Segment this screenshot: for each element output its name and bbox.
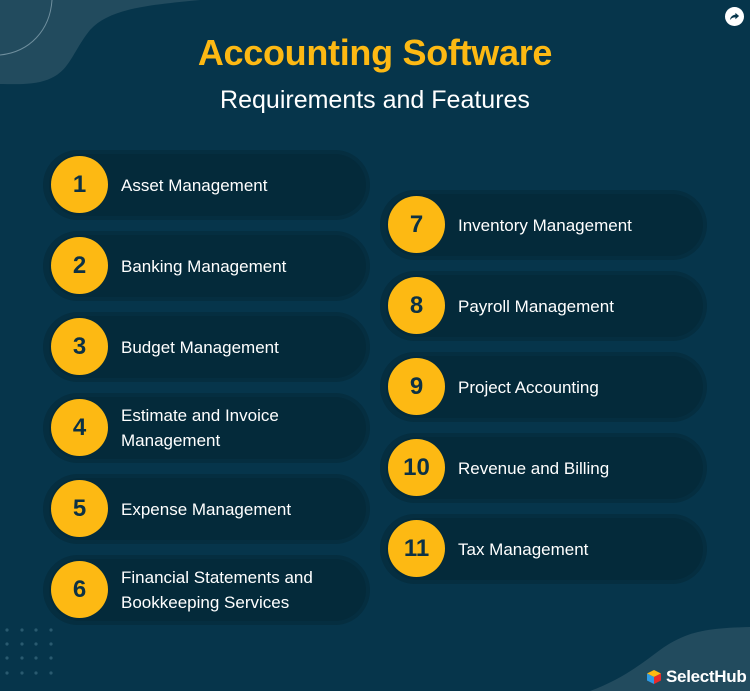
feature-label: Budget Management	[121, 337, 279, 357]
feature-label: Project Accounting	[458, 377, 599, 397]
feature-item: 8 Payroll Management	[380, 271, 707, 341]
feature-label: Estimate and Invoice Management	[121, 406, 279, 450]
number-badge: 5	[51, 480, 108, 537]
feature-item: 5 Expense Management	[43, 474, 370, 544]
share-arrow-icon	[729, 12, 740, 21]
feature-item: 11 Tax Management	[380, 514, 707, 584]
feature-label: Inventory Management	[458, 215, 632, 235]
feature-item: 4 Estimate and Invoice Management	[43, 393, 370, 463]
feature-item: 10 Revenue and Billing	[380, 433, 707, 503]
feature-item: 1 Asset Management	[43, 150, 370, 220]
feature-item: 2 Banking Management	[43, 231, 370, 301]
feature-label: Financial Statements and Bookkeeping Ser…	[121, 568, 313, 612]
page-title: Accounting Software	[197, 32, 553, 73]
feature-label: Expense Management	[121, 499, 292, 519]
number-badge: 8	[388, 277, 445, 334]
brand-name: SelectHub	[666, 667, 747, 686]
number-badge: 1	[51, 156, 108, 213]
number-badge: 2	[51, 237, 108, 294]
selecthub-logo: SelectHub	[646, 666, 747, 688]
feature-label: Asset Management	[121, 175, 268, 195]
number-badge: 3	[51, 318, 108, 375]
feature-item: 3 Budget Management	[43, 312, 370, 382]
feature-label: Banking Management	[121, 256, 287, 276]
number-badge: 6	[51, 561, 108, 618]
number-badge: 10	[388, 439, 445, 496]
feature-label: Tax Management	[458, 539, 589, 559]
number-badge: 4	[51, 399, 108, 456]
feature-item: 7 Inventory Management	[380, 190, 707, 260]
number-badge: 7	[388, 196, 445, 253]
number-badge: 11	[388, 520, 445, 577]
feature-label: Revenue and Billing	[458, 458, 610, 478]
share-button[interactable]	[725, 7, 744, 26]
dot-grid	[5, 628, 53, 675]
feature-item: 9 Project Accounting	[380, 352, 707, 422]
page-subtitle: Requirements and Features	[220, 86, 530, 114]
feature-label: Payroll Management	[458, 296, 614, 316]
feature-item: 6 Financial Statements and Bookkeeping S…	[43, 555, 370, 625]
number-badge: 9	[388, 358, 445, 415]
cube-logo-icon	[647, 670, 661, 684]
